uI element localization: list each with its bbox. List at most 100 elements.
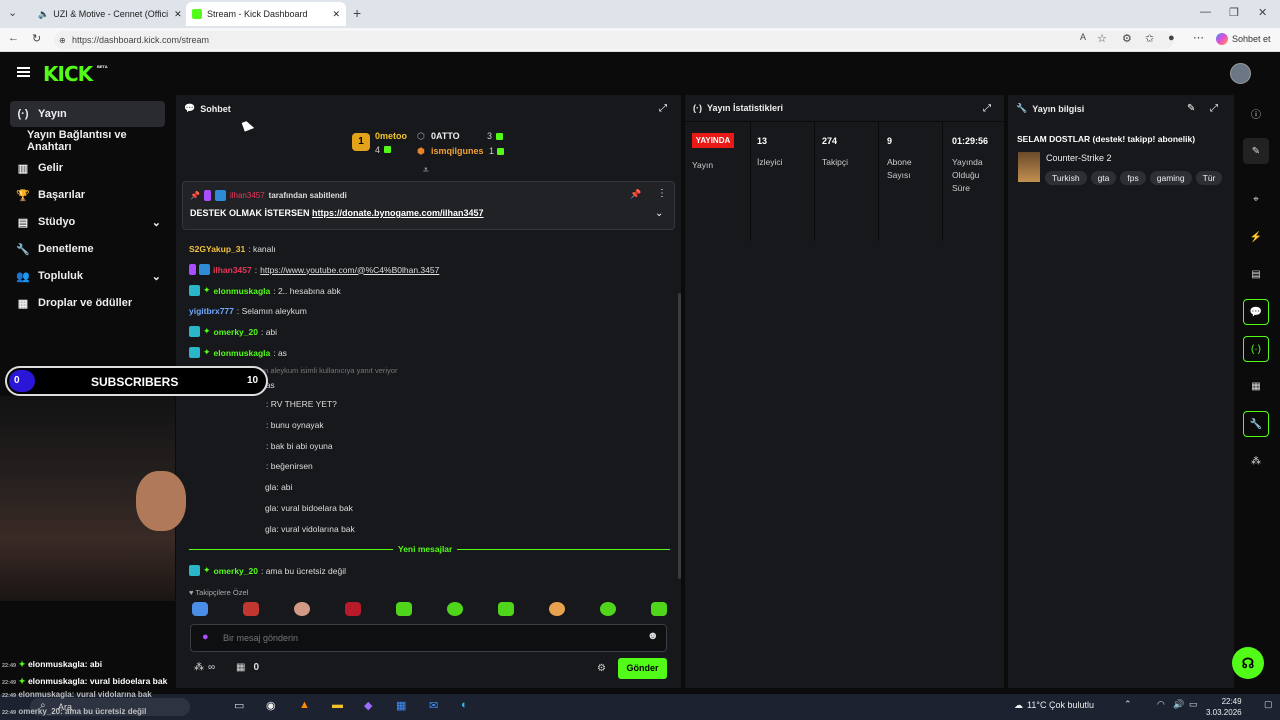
chat-message[interactable]: : beğenirsen xyxy=(266,461,313,471)
chat-message[interactable]: : RV THERE YET? xyxy=(266,399,337,409)
sidebar-item-topluluk[interactable]: 👥 Topluluk ⌄ xyxy=(10,263,165,289)
task-view-icon[interactable]: ▭ xyxy=(234,699,244,712)
leaderboard-third-name[interactable]: ismqilgunes xyxy=(431,146,484,156)
sidebar-item-basarilar[interactable]: 🏆 Başarılar xyxy=(10,182,165,208)
sidebar-item-droplar[interactable]: ▦ Droplar ve ödüller xyxy=(10,290,165,316)
new-tab-icon[interactable]: + xyxy=(353,5,361,21)
chat-message[interactable]: : bunu oynayak xyxy=(266,420,324,430)
emoji-icon[interactable]: ☻ xyxy=(647,630,659,642)
gift-counter[interactable]: ▦ 0 xyxy=(236,662,259,673)
close-icon[interactable]: ✕ xyxy=(332,9,340,20)
chat-message[interactable]: : bak bi abi oyuna xyxy=(266,441,333,451)
back-icon[interactable]: ← xyxy=(8,32,19,44)
avatar[interactable] xyxy=(1230,63,1251,84)
document-icon[interactable]: ▤ xyxy=(1243,261,1269,287)
app-icon[interactable]: ◆ xyxy=(364,699,372,712)
chat-message[interactable]: gla: vural vidolarına bak xyxy=(265,524,355,534)
chat-message[interactable]: ✦ omerky_20: abi xyxy=(189,326,277,337)
favorites-icon[interactable]: ✩ xyxy=(1145,32,1154,45)
sidebar-item-stream-key[interactable]: Yayın Bağlantısı ve Anahtarı xyxy=(10,128,165,154)
chat-message[interactable]: gla: abi xyxy=(265,482,292,492)
emote-icon[interactable] xyxy=(600,602,616,616)
tag-chip[interactable]: Tür xyxy=(1195,171,1223,185)
chat-link[interactable]: https://www.youtube.com/@%C4%B0lhan.3457 xyxy=(260,265,439,275)
site-info-icon[interactable]: ⊕ xyxy=(59,36,66,45)
chat-username[interactable]: yigitbrx777 xyxy=(189,306,234,316)
taskbar-search[interactable]: ⌕ Ara xyxy=(30,698,190,716)
weather-widget[interactable]: ☁ 11°C Çok bulutlu xyxy=(1014,700,1094,711)
profile-icon[interactable]: ● xyxy=(1168,32,1175,44)
mail-icon[interactable]: ✉ xyxy=(429,699,438,712)
chat-message[interactable]: S2GYakup_31: kanalı xyxy=(189,244,276,254)
support-button[interactable]: ☊ xyxy=(1232,647,1264,679)
lightning-icon[interactable]: ⚡ xyxy=(1243,224,1269,250)
tab-kick-dashboard[interactable]: Stream - Kick Dashboard ✕ xyxy=(186,2,346,26)
close-icon[interactable]: ✕ xyxy=(174,9,182,20)
chat-username[interactable]: S2GYakup_31 xyxy=(189,244,245,254)
chat-message[interactable]: ✦ elonmuskagla: as xyxy=(189,347,287,358)
pinned-link[interactable]: https://donate.bynogame.com/ilhan3457 xyxy=(312,208,484,218)
sidebar-item-studyo[interactable]: ▤ Stüdyo ⌄ xyxy=(10,209,165,235)
chat-message[interactable]: ✦ omerky_20: ama bu ücretsiz değil xyxy=(189,565,346,576)
app-icon[interactable]: ▲ xyxy=(299,699,310,711)
settings-icon[interactable]: ⚙ xyxy=(597,663,606,674)
edit-icon[interactable]: ✎ xyxy=(1243,138,1269,164)
tab-youtube[interactable]: 🔈 UZI & Motive - Cennet (Offici ✕ xyxy=(28,2,183,26)
layers-icon[interactable]: ▦ xyxy=(1243,373,1269,399)
url-field[interactable]: ⊕ https://dashboard.kick.com/stream xyxy=(54,31,1174,49)
chat-username[interactable]: ilhan3457 xyxy=(213,265,252,275)
extensions-icon[interactable]: ⚙ xyxy=(1122,32,1132,45)
chat-username[interactable]: omerky_20 xyxy=(214,566,258,576)
sidebar-item-yayin[interactable]: (·) Yayın xyxy=(10,101,165,127)
message-input-box[interactable]: ● ☻ xyxy=(190,624,667,652)
popout-icon[interactable]: ⤢ xyxy=(1210,103,1218,114)
emote-icon[interactable] xyxy=(396,602,412,616)
expand-leaderboard-icon[interactable]: ⩡ xyxy=(423,165,429,176)
file-explorer-icon[interactable]: ▬ xyxy=(332,699,343,711)
more-options-icon[interactable]: ⋮ xyxy=(657,188,667,199)
tag-chip[interactable]: fps xyxy=(1120,171,1146,185)
chevron-down-icon[interactable]: ⌄ xyxy=(655,208,663,219)
chat-message[interactable]: gla: vural bidoelara bak xyxy=(265,503,353,513)
emote-icon[interactable] xyxy=(498,602,514,616)
leaderboard-first-name[interactable]: 0metoo xyxy=(375,131,407,141)
leaderboard-second-name[interactable]: 0ATTO xyxy=(431,131,460,141)
broadcast-icon[interactable]: (·) xyxy=(1243,336,1269,362)
menu-icon[interactable] xyxy=(17,67,30,77)
sidebar-item-denetleme[interactable]: 🔧 Denetleme xyxy=(10,236,165,262)
emote-icon[interactable] xyxy=(192,602,208,616)
obs-icon[interactable]: ◉ xyxy=(266,699,276,712)
minimize-icon[interactable]: — xyxy=(1200,6,1211,18)
edit-icon[interactable]: ✎ xyxy=(1187,103,1195,114)
emote-icon[interactable] xyxy=(243,602,259,616)
edge-icon[interactable]: ◐ xyxy=(461,699,468,711)
wrench-icon[interactable]: 🔧 xyxy=(1243,411,1269,437)
clock[interactable]: 22:49 3.03.2026 xyxy=(1206,696,1242,718)
tag-chip[interactable]: gta xyxy=(1090,171,1117,185)
chat-username[interactable]: elonmuskagla xyxy=(214,286,271,296)
send-button[interactable]: Gönder xyxy=(618,658,667,679)
volume-icon[interactable]: 🔊 xyxy=(1173,699,1184,710)
chat-message[interactable]: ilhan3457: https://www.youtube.com/@%C4%… xyxy=(189,264,439,275)
kick-logo[interactable]: KICK xyxy=(43,62,93,86)
pinned-by-user[interactable]: ilhan3457 xyxy=(230,191,265,200)
chat-message[interactable]: yigitbrx777: Selamın aleykum xyxy=(189,306,307,316)
battery-icon[interactable]: ▭ xyxy=(1189,699,1198,710)
chat-message[interactable]: ✦ elonmuskagla: 2.. hesabına abk xyxy=(189,285,341,296)
bubbles-icon[interactable]: ⁂ xyxy=(1243,448,1269,474)
emote-icon[interactable] xyxy=(447,602,463,616)
sidebar-item-gelir[interactable]: ▥ Gelir xyxy=(10,155,165,181)
info-icon[interactable]: ⓘ xyxy=(1243,100,1269,126)
wifi-icon[interactable]: ◠ xyxy=(1157,699,1165,710)
target-icon[interactable]: ⌖ xyxy=(1243,186,1269,212)
chat-scrollbar[interactable] xyxy=(678,293,681,579)
tag-chip[interactable]: gaming xyxy=(1149,171,1192,185)
speaker-icon[interactable]: 🔈 xyxy=(38,9,49,20)
notification-icon[interactable]: ▢ xyxy=(1264,699,1273,710)
message-input[interactable] xyxy=(223,630,623,646)
more-icon[interactable]: ⋯ xyxy=(1193,31,1204,44)
tab-list-icon[interactable]: ⌄ xyxy=(8,6,17,19)
popout-icon[interactable]: ⤢ xyxy=(983,103,991,114)
refresh-icon[interactable]: ↻ xyxy=(32,32,41,45)
emote-icon[interactable] xyxy=(345,602,361,616)
